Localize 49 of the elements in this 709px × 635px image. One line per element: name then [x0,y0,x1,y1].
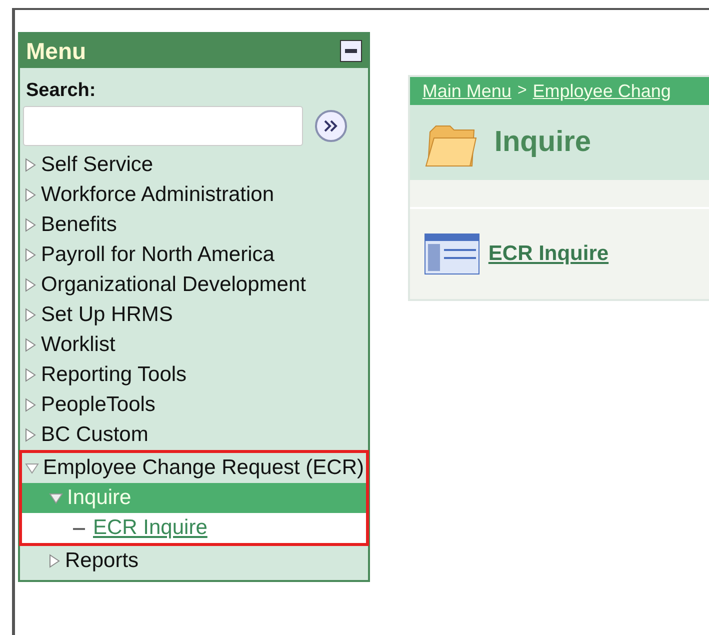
menu-folder[interactable]: Reporting Tools [20,360,368,390]
menu-label[interactable]: PeopleTools [41,390,156,420]
dash-icon [73,528,85,530]
search-field[interactable] [23,106,303,146]
menu-folder[interactable]: Payroll for North America [20,240,368,270]
collapsed-triangle-icon[interactable] [23,158,37,172]
collapse-button[interactable] [340,40,362,62]
collapsed-triangle-icon[interactable] [23,368,37,382]
menu-item[interactable]: ECR Inquire [22,513,366,543]
collapsed-triangle-icon[interactable] [23,338,37,352]
double-chevron-icon [323,119,339,133]
menu-label[interactable]: Reports [65,546,139,576]
collapsed-triangle-icon[interactable] [23,308,37,322]
collapsed-triangle-icon[interactable] [23,398,37,412]
go-button[interactable] [315,110,347,142]
menu-folder[interactable]: Organizational Development [20,270,368,300]
collapsed-triangle-icon[interactable] [23,188,37,202]
menu-folder[interactable]: Self Service [20,150,368,180]
menu-folder[interactable]: Workforce Administration [20,180,368,210]
menu-folder[interactable]: Worklist [20,330,368,360]
window-icon [424,233,480,275]
breadcrumb-separator: > [517,82,527,100]
menu-folder[interactable]: PeopleTools [20,390,368,420]
page-title: Inquire [494,126,592,159]
menu-label[interactable]: BC Custom [41,420,148,450]
menu-label[interactable]: Payroll for North America [41,240,274,270]
menu-label[interactable]: Workforce Administration [41,180,274,210]
page-link[interactable]: ECR Inquire [488,242,609,266]
collapsed-triangle-icon[interactable] [23,218,37,232]
collapsed-triangle-icon[interactable] [47,554,61,568]
menu-label[interactable]: Worklist [41,330,116,360]
search-label: Search: [26,80,97,102]
menu-folder[interactable]: Benefits [20,210,368,240]
menu-folder[interactable]: BC Custom [20,420,368,450]
menu-label[interactable]: Benefits [41,210,117,240]
menu-title: Menu [26,38,86,64]
menu-label[interactable]: Set Up HRMS [41,300,173,330]
minus-icon [345,49,358,53]
collapsed-triangle-icon[interactable] [23,278,37,292]
menu-link[interactable]: ECR Inquire [93,513,208,543]
expanded-triangle-icon[interactable] [49,491,63,505]
menu-label[interactable]: Organizational Development [41,270,306,300]
menu-label[interactable]: Reporting Tools [41,360,187,390]
menu-folder[interactable]: Set Up HRMS [20,300,368,330]
collapsed-triangle-icon[interactable] [23,428,37,442]
menu-label[interactable]: Self Service [41,150,154,180]
collapsed-triangle-icon[interactable] [23,248,37,262]
expanded-triangle-icon[interactable] [25,461,39,475]
menu-folder[interactable]: Reports [20,546,368,576]
